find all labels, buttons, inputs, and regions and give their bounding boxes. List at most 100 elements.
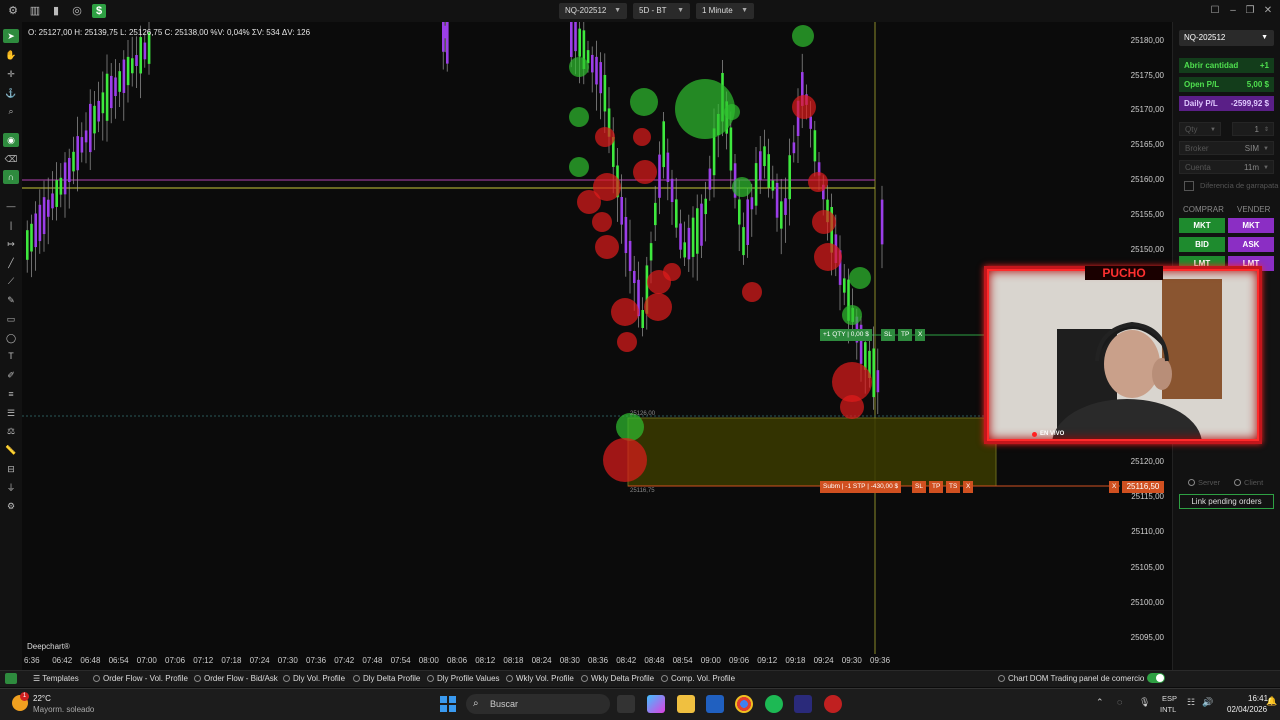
- zoom-tool-icon[interactable]: ⌕: [3, 104, 19, 118]
- fib-tool-icon[interactable]: ≡: [3, 387, 19, 401]
- ruler-tool-icon[interactable]: 📏: [3, 443, 19, 457]
- template-order-flow-bidask[interactable]: Order Flow - Bid/Ask: [194, 674, 278, 683]
- windows-start-icon[interactable]: [440, 696, 456, 712]
- buy-market-button[interactable]: MKT: [1179, 218, 1225, 233]
- stop-axis-close-button[interactable]: X: [1109, 481, 1120, 493]
- polyline-tool-icon[interactable]: ⟋: [3, 274, 19, 288]
- stop-tp-button[interactable]: TP: [929, 481, 944, 493]
- time-axis[interactable]: 6:36 06:42 06:48 06:54 07:00 07:06 07:12 07:18 0…: [22, 654, 1120, 668]
- template-dly-vol-profile[interactable]: Dly Vol. Profile: [283, 674, 345, 683]
- hand-tool-icon[interactable]: ✋: [3, 48, 19, 62]
- list-tool-icon[interactable]: ☰: [3, 406, 19, 420]
- ellipse-tool-icon[interactable]: ◯: [3, 331, 19, 345]
- qty-input[interactable]: 1 ⇕: [1232, 122, 1274, 136]
- vertical-line-tool-icon[interactable]: |: [3, 218, 19, 232]
- template-wkly-vol-profile[interactable]: Wkly Vol. Profile: [506, 674, 574, 683]
- globe-icon[interactable]: ◎: [70, 4, 84, 18]
- horizontal-line-tool-icon[interactable]: —: [3, 199, 19, 213]
- sell-ask-button[interactable]: ASK: [1228, 237, 1274, 252]
- link-pending-orders-button[interactable]: Link pending orders: [1179, 494, 1274, 509]
- qty-label-field[interactable]: Qty ▼: [1179, 122, 1221, 136]
- deepchart-app-icon[interactable]: [794, 695, 812, 713]
- taskbar-search[interactable]: Buscar: [466, 694, 610, 714]
- candle: [101, 92, 105, 114]
- position-close-button[interactable]: X: [915, 329, 926, 341]
- template-comp-vol-profile[interactable]: Comp. Vol. Profile: [661, 674, 735, 683]
- trading-panel-toggle[interactable]: [1147, 673, 1165, 683]
- position-tp-button[interactable]: TP: [898, 329, 913, 341]
- crosshair-tool-icon[interactable]: ✛: [3, 67, 19, 81]
- bar-chart-icon[interactable]: ▮: [49, 4, 63, 18]
- brush-tool-icon[interactable]: ✐: [3, 368, 19, 382]
- magnet-tool-icon[interactable]: ∩: [3, 170, 19, 184]
- stop-order-tag[interactable]: Subm | -1 STP | -430,00 $: [820, 481, 902, 493]
- text-tool-icon[interactable]: T: [3, 349, 19, 363]
- interval-dropdown[interactable]: 1 Minute ▼: [696, 3, 754, 19]
- chart-icon[interactable]: ▥: [28, 4, 42, 18]
- task-view-icon[interactable]: [617, 695, 635, 713]
- file-explorer-icon[interactable]: [677, 695, 695, 713]
- stop-sl-button[interactable]: SL: [912, 481, 926, 493]
- keyboard-layout[interactable]: INTL: [1160, 705, 1176, 714]
- chrome-icon[interactable]: [735, 695, 753, 713]
- candle: [63, 162, 67, 195]
- position-tag[interactable]: +1 QTY | 0,00 $: [820, 329, 872, 341]
- chart-canvas[interactable]: [22, 22, 1120, 654]
- wifi-icon[interactable]: ☷: [1187, 697, 1195, 708]
- layout-icon[interactable]: ☐: [1208, 4, 1222, 18]
- lock-tool-icon[interactable]: ⊟: [3, 462, 19, 476]
- ray-tool-icon[interactable]: ↦: [3, 237, 19, 251]
- close-button[interactable]: ✕: [1261, 4, 1275, 18]
- language-indicator[interactable]: ESP: [1162, 694, 1177, 703]
- recording-app-icon[interactable]: [824, 695, 842, 713]
- trendline-tool-icon[interactable]: ╱: [3, 256, 19, 270]
- client-option[interactable]: Client: [1234, 478, 1263, 487]
- maximize-button[interactable]: ❐: [1243, 4, 1257, 18]
- price-chart[interactable]: 25126,00 25116,75 +1 QTY | 0,00 $ SL TP …: [22, 22, 1120, 654]
- pencil-tool-icon[interactable]: ✎: [3, 293, 19, 307]
- alert-tool-icon[interactable]: ⏚: [3, 481, 19, 495]
- store-icon[interactable]: [706, 695, 724, 713]
- minimize-button[interactable]: –: [1226, 4, 1240, 18]
- settings-tool-icon[interactable]: ⚙: [3, 499, 19, 513]
- notifications-icon[interactable]: 🔔: [1266, 696, 1277, 707]
- template-dly-delta-profile[interactable]: Dly Delta Profile: [353, 674, 420, 683]
- cursor-tool-icon[interactable]: ➤: [3, 29, 19, 43]
- measure-tool-icon[interactable]: ⚖: [3, 424, 19, 438]
- server-option[interactable]: Server: [1188, 478, 1220, 487]
- copilot-icon[interactable]: [647, 695, 665, 713]
- tray-chevron-icon[interactable]: ⌃: [1096, 697, 1104, 708]
- broker-select[interactable]: Broker SIM ▼: [1179, 141, 1274, 155]
- template-dly-profile-values[interactable]: Dly Profile Values: [427, 674, 500, 683]
- stop-ts-button[interactable]: TS: [946, 481, 961, 493]
- eraser-tool-icon[interactable]: ⌫: [3, 152, 19, 166]
- symbol-dropdown[interactable]: NQ-202512 ▼: [559, 3, 627, 19]
- chart-dom-trading-option[interactable]: Chart DOM Trading: [998, 674, 1077, 683]
- template-wkly-delta-profile[interactable]: Wkly Delta Profile: [581, 674, 654, 683]
- templates-button[interactable]: ☰ Templates: [33, 674, 79, 683]
- anchor-tool-icon[interactable]: ⚓: [3, 86, 19, 100]
- buy-volume-bubble: [616, 413, 644, 441]
- candle: [738, 199, 741, 225]
- settings-icon[interactable]: ⚙: [6, 4, 20, 18]
- network-tray-icon[interactable]: ◌: [1117, 697, 1122, 707]
- weather-desc[interactable]: Mayorm. soleado: [33, 705, 94, 714]
- panel-symbol-dropdown[interactable]: NQ-202512 ▼: [1179, 30, 1274, 46]
- mic-tray-icon[interactable]: 🎙: [1139, 697, 1150, 708]
- dollar-icon[interactable]: $: [92, 4, 106, 18]
- volume-icon[interactable]: 🔊: [1202, 697, 1213, 708]
- template-order-flow-vol[interactable]: Order Flow - Vol. Profile: [93, 674, 188, 683]
- tick-diff-checkbox[interactable]: [1184, 181, 1194, 191]
- panel-toggle-icon[interactable]: [5, 673, 17, 684]
- clock-date[interactable]: 02/04/2026: [1227, 705, 1267, 714]
- eye-tool-icon[interactable]: ◉: [3, 133, 19, 147]
- position-sl-button[interactable]: SL: [881, 329, 895, 341]
- account-select[interactable]: Cuenta 11m ▼: [1179, 160, 1274, 174]
- sell-market-button[interactable]: MKT: [1228, 218, 1274, 233]
- spotify-icon[interactable]: [765, 695, 783, 713]
- rectangle-tool-icon[interactable]: ▭: [3, 312, 19, 326]
- period-dropdown[interactable]: 5D - BT ▼: [633, 3, 690, 19]
- buy-bid-button[interactable]: BID: [1179, 237, 1225, 252]
- weather-temp[interactable]: 22°C: [33, 694, 51, 703]
- stop-close-button[interactable]: X: [963, 481, 974, 493]
